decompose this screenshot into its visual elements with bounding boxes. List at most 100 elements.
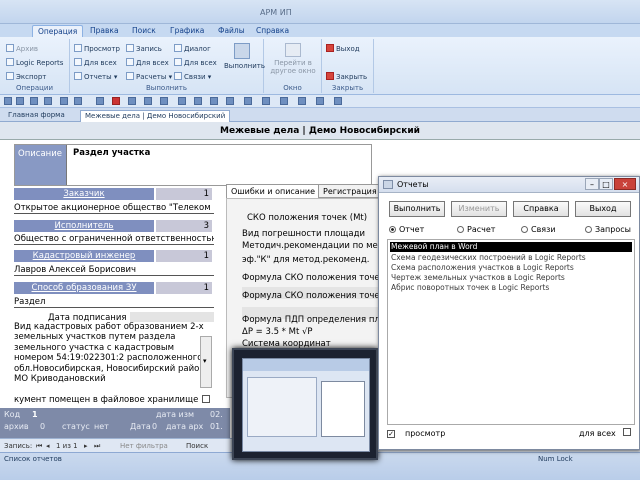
engineer-value[interactable]: Лавров Алексей Борисович [14, 264, 214, 276]
tab-graphics[interactable]: Графика [170, 26, 204, 35]
work-note[interactable]: Вид кадастровых работ образованием 2-х з… [14, 322, 214, 392]
radio-report[interactable]: Отчет [389, 225, 424, 234]
list-item[interactable]: Межевой план в Word [390, 242, 632, 252]
radio-calc[interactable]: Расчет [457, 225, 495, 234]
group-label-close: Закрыть [331, 84, 364, 92]
calculations-dropdown[interactable]: Расчеты ▾ [126, 72, 172, 81]
list-item[interactable]: Схема расположения участков в Logic Repo… [390, 263, 632, 273]
customer-value[interactable]: Открытое акционерное общество "Телеком [14, 202, 214, 214]
reports-dropdown[interactable]: Отчеты ▾ [74, 72, 117, 81]
close-icon[interactable]: × [614, 178, 636, 190]
engineer-label[interactable]: Кадастровый инженер [14, 250, 154, 262]
method-value[interactable]: Раздел [14, 296, 214, 308]
dialog-check[interactable]: Диалог [174, 44, 211, 53]
date-archive-label: дата арх [166, 422, 204, 431]
report-icon [74, 72, 82, 80]
logic-reports-button[interactable]: Logic Reports [6, 58, 63, 67]
tab-operation[interactable]: Операция [32, 25, 84, 37]
toolbar-icon[interactable] [16, 97, 24, 105]
switch-window-button[interactable]: Перейти в другое окно [266, 43, 320, 75]
run-button[interactable]: Выполнить [389, 201, 445, 217]
tab-main-form[interactable]: Главная форма [4, 110, 69, 122]
toolbar-icon[interactable] [244, 97, 252, 105]
next-record-icon[interactable]: ▸ [84, 442, 88, 450]
record-position[interactable]: 1 из 1 [56, 442, 78, 450]
window-thumbnail[interactable] [232, 348, 378, 460]
reports-list[interactable]: Межевой план в Word Схема геодезических … [387, 239, 635, 425]
checkbox-icon [623, 428, 631, 436]
help-button[interactable]: Справка [513, 201, 569, 217]
toolbar-icon[interactable] [74, 97, 82, 105]
for-all-checkbox[interactable] [623, 428, 635, 437]
toolbar-icon[interactable] [160, 97, 168, 105]
executor-value[interactable]: Общество с ограниченной ответственностью [14, 233, 214, 245]
toolbar-icon[interactable] [30, 97, 38, 105]
toolbar-icon[interactable] [4, 97, 12, 105]
group-window: Перейти в другое окно Окно [264, 39, 322, 93]
toolbar-icon[interactable] [334, 97, 342, 105]
toolbar-icon[interactable] [262, 97, 270, 105]
preview-option[interactable]: ✓ [387, 428, 399, 438]
file-storage-checkbox[interactable] [202, 395, 210, 403]
list-item[interactable]: Абрис поворотных точек в Logic Reports [390, 283, 632, 293]
rp-line-8: ΔP = 3.5 * Mt √P [242, 327, 313, 337]
tab-registration[interactable]: Регистрация [318, 184, 382, 198]
edit-button[interactable]: Изменить [451, 201, 507, 217]
execute-button[interactable]: Выполнить [224, 43, 265, 81]
exit-dialog-button[interactable]: Выход [575, 201, 631, 217]
archive-button[interactable]: Архив [6, 44, 38, 53]
record-info-bar: Код 1 архив 0 статус нет Дата 0 дата изм… [0, 408, 230, 438]
record-check[interactable]: Запись [126, 44, 162, 53]
search-field[interactable]: Поиск [186, 442, 208, 450]
filter-status[interactable]: Нет фильтра [120, 442, 168, 450]
radio-queries[interactable]: Запросы [585, 225, 631, 234]
maximize-icon[interactable]: □ [599, 178, 613, 190]
preview-check[interactable]: Просмотр [74, 44, 120, 53]
toolbar-icon[interactable] [144, 97, 152, 105]
group-close: Выход Закрыть Закрыть [322, 39, 374, 93]
checkbox-icon [126, 58, 134, 66]
close-button[interactable]: Закрыть [326, 72, 367, 81]
first-record-icon[interactable]: ⏮ [36, 442, 42, 451]
toolbar-icon[interactable] [226, 97, 234, 105]
tab-survey-cases[interactable]: Межевые дела | Демо Новосибирский [80, 110, 231, 122]
save-icon[interactable] [96, 97, 104, 105]
for-all-check-1[interactable]: Для всех [74, 58, 117, 67]
tab-edit[interactable]: Правка [90, 26, 119, 35]
prev-record-icon[interactable]: ◂ [46, 442, 50, 450]
executor-label[interactable]: Исполнитель [14, 220, 154, 232]
toolbar-icon[interactable] [194, 97, 202, 105]
toolbar-icon[interactable] [60, 97, 68, 105]
last-record-icon[interactable]: ⏭ [94, 442, 100, 451]
toolbar-icon[interactable] [44, 97, 52, 105]
toolbar-icon[interactable] [298, 97, 306, 105]
for-all-check-2[interactable]: Для всех [126, 58, 169, 67]
radio-links[interactable]: Связи [521, 225, 556, 234]
status-value[interactable]: нет [94, 422, 109, 431]
toolbar-icon[interactable] [128, 97, 136, 105]
toolbar-icon[interactable] [280, 97, 288, 105]
tab-files[interactable]: Файлы [218, 26, 245, 35]
for-all-check-3[interactable]: Для всех [174, 58, 217, 67]
exit-button[interactable]: Выход [326, 44, 360, 53]
export-button[interactable]: Экспорт [6, 72, 46, 81]
toolbar-icon[interactable] [210, 97, 218, 105]
section-value[interactable]: Раздел участка [73, 148, 150, 158]
toolbar-icon[interactable] [316, 97, 324, 105]
tab-errors-description[interactable]: Ошибки и описание [226, 184, 321, 198]
tab-help[interactable]: Справка [256, 26, 289, 35]
note-scrollbar[interactable]: ▾ [200, 336, 212, 388]
tab-search[interactable]: Поиск [132, 26, 156, 35]
customer-label[interactable]: Заказчик [14, 188, 154, 200]
list-item[interactable]: Чертеж земельных участков в Logic Report… [390, 273, 632, 283]
method-label[interactable]: Способ образования ЗУ [14, 282, 154, 294]
thumbnail-form [247, 377, 317, 437]
app-title: АРМ ИП [260, 8, 292, 17]
list-item[interactable]: Схема геодезических построений в Logic R… [390, 253, 632, 263]
links-dropdown[interactable]: Связи ▾ [174, 72, 211, 81]
delete-icon[interactable] [112, 97, 120, 105]
date-modified-value: 02. [210, 410, 223, 419]
toolbar-icon[interactable] [178, 97, 186, 105]
minimize-icon[interactable]: – [585, 178, 599, 190]
date-label: Дата [130, 422, 151, 431]
